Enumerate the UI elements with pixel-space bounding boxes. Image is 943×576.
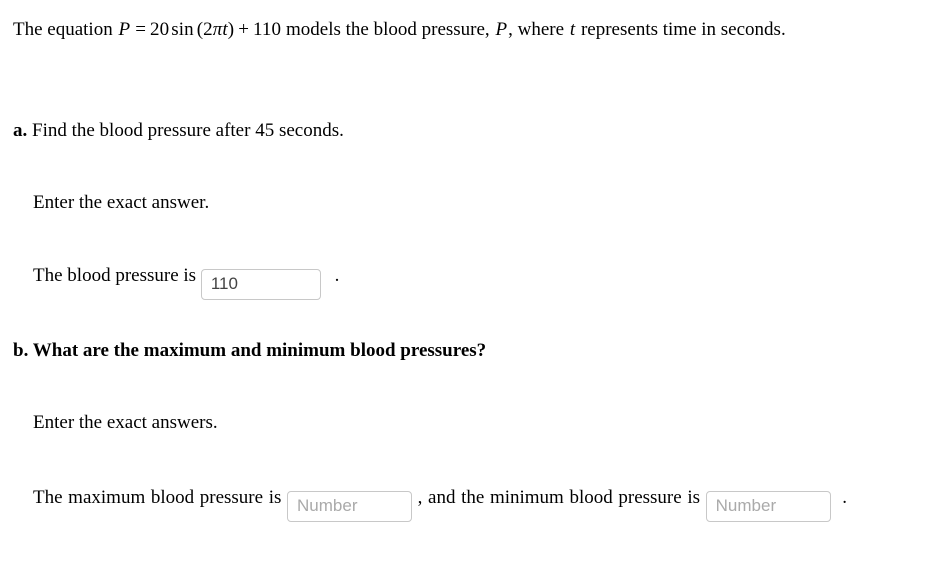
intro-text-after-equation-3: represents time in seconds. [580,19,786,40]
equation-equals: = [135,19,147,40]
part-b-answer-period: . [842,487,848,508]
part-a-question-text: Find the blood pressure after 45 seconds… [32,120,344,141]
blood-pressure-equation: P = 20 sin (2πt) +110 [117,19,286,40]
problem-statement: The equation P = 20 sin (2πt) +110 models the… [13,14,851,45]
equation-plus: + [238,19,250,40]
equation-argument-pi: π [212,19,223,40]
part-a-answer-period: . [334,265,340,286]
part-a-question: a. Find the blood pressure after 45 seco… [13,117,913,145]
part-b-instruction: Enter the exact answers. [33,409,893,437]
part-a-answer-row: The blood pressure is . [33,261,339,300]
intro-text-after-equation-1: models the blood pressure, [286,19,490,40]
equation-coefficient: 20 [150,19,170,40]
part-b-answer-middle: , and the minimum blood pressure is [417,487,700,508]
part-a-answer-prefix: The blood pressure is [33,265,197,286]
intro-variable-t: t [569,19,576,40]
intro-text-after-equation-2: where [517,19,565,40]
part-a-marker: a. [13,120,28,141]
part-a-instruction-text: Enter the exact answer. [33,192,210,213]
minimum-blood-pressure-answer-input[interactable] [705,490,831,522]
part-b-instruction-text: Enter the exact answers. [33,412,218,433]
equation-constant: 110 [253,19,282,40]
intro-variable-p: P [495,19,508,40]
blood-pressure-answer-input[interactable] [200,268,321,300]
part-b-question-text: What are the maximum and minimum blood p… [32,340,487,361]
intro-text-before-equation: The equation [13,19,113,40]
part-b-answer-prefix: The maximum blood pressure is [33,487,282,508]
equation-function: sin [171,19,194,40]
part-b-question: b. What are the maximum and minimum bloo… [13,337,913,365]
part-a-instruction: Enter the exact answer. [33,189,893,217]
maximum-blood-pressure-answer-input[interactable] [287,490,413,522]
problem-page: The equation P = 20 sin (2πt) +110 models the… [0,0,943,576]
equation-lhs: P [118,19,131,40]
equation-open-paren: ( [196,19,204,40]
part-b-answer-row: The maximum blood pressure is , and the … [33,481,847,555]
part-b-marker: b. [13,340,29,361]
intro-comma: , [508,19,513,40]
equation-argument-coefficient: 2 [203,19,213,40]
